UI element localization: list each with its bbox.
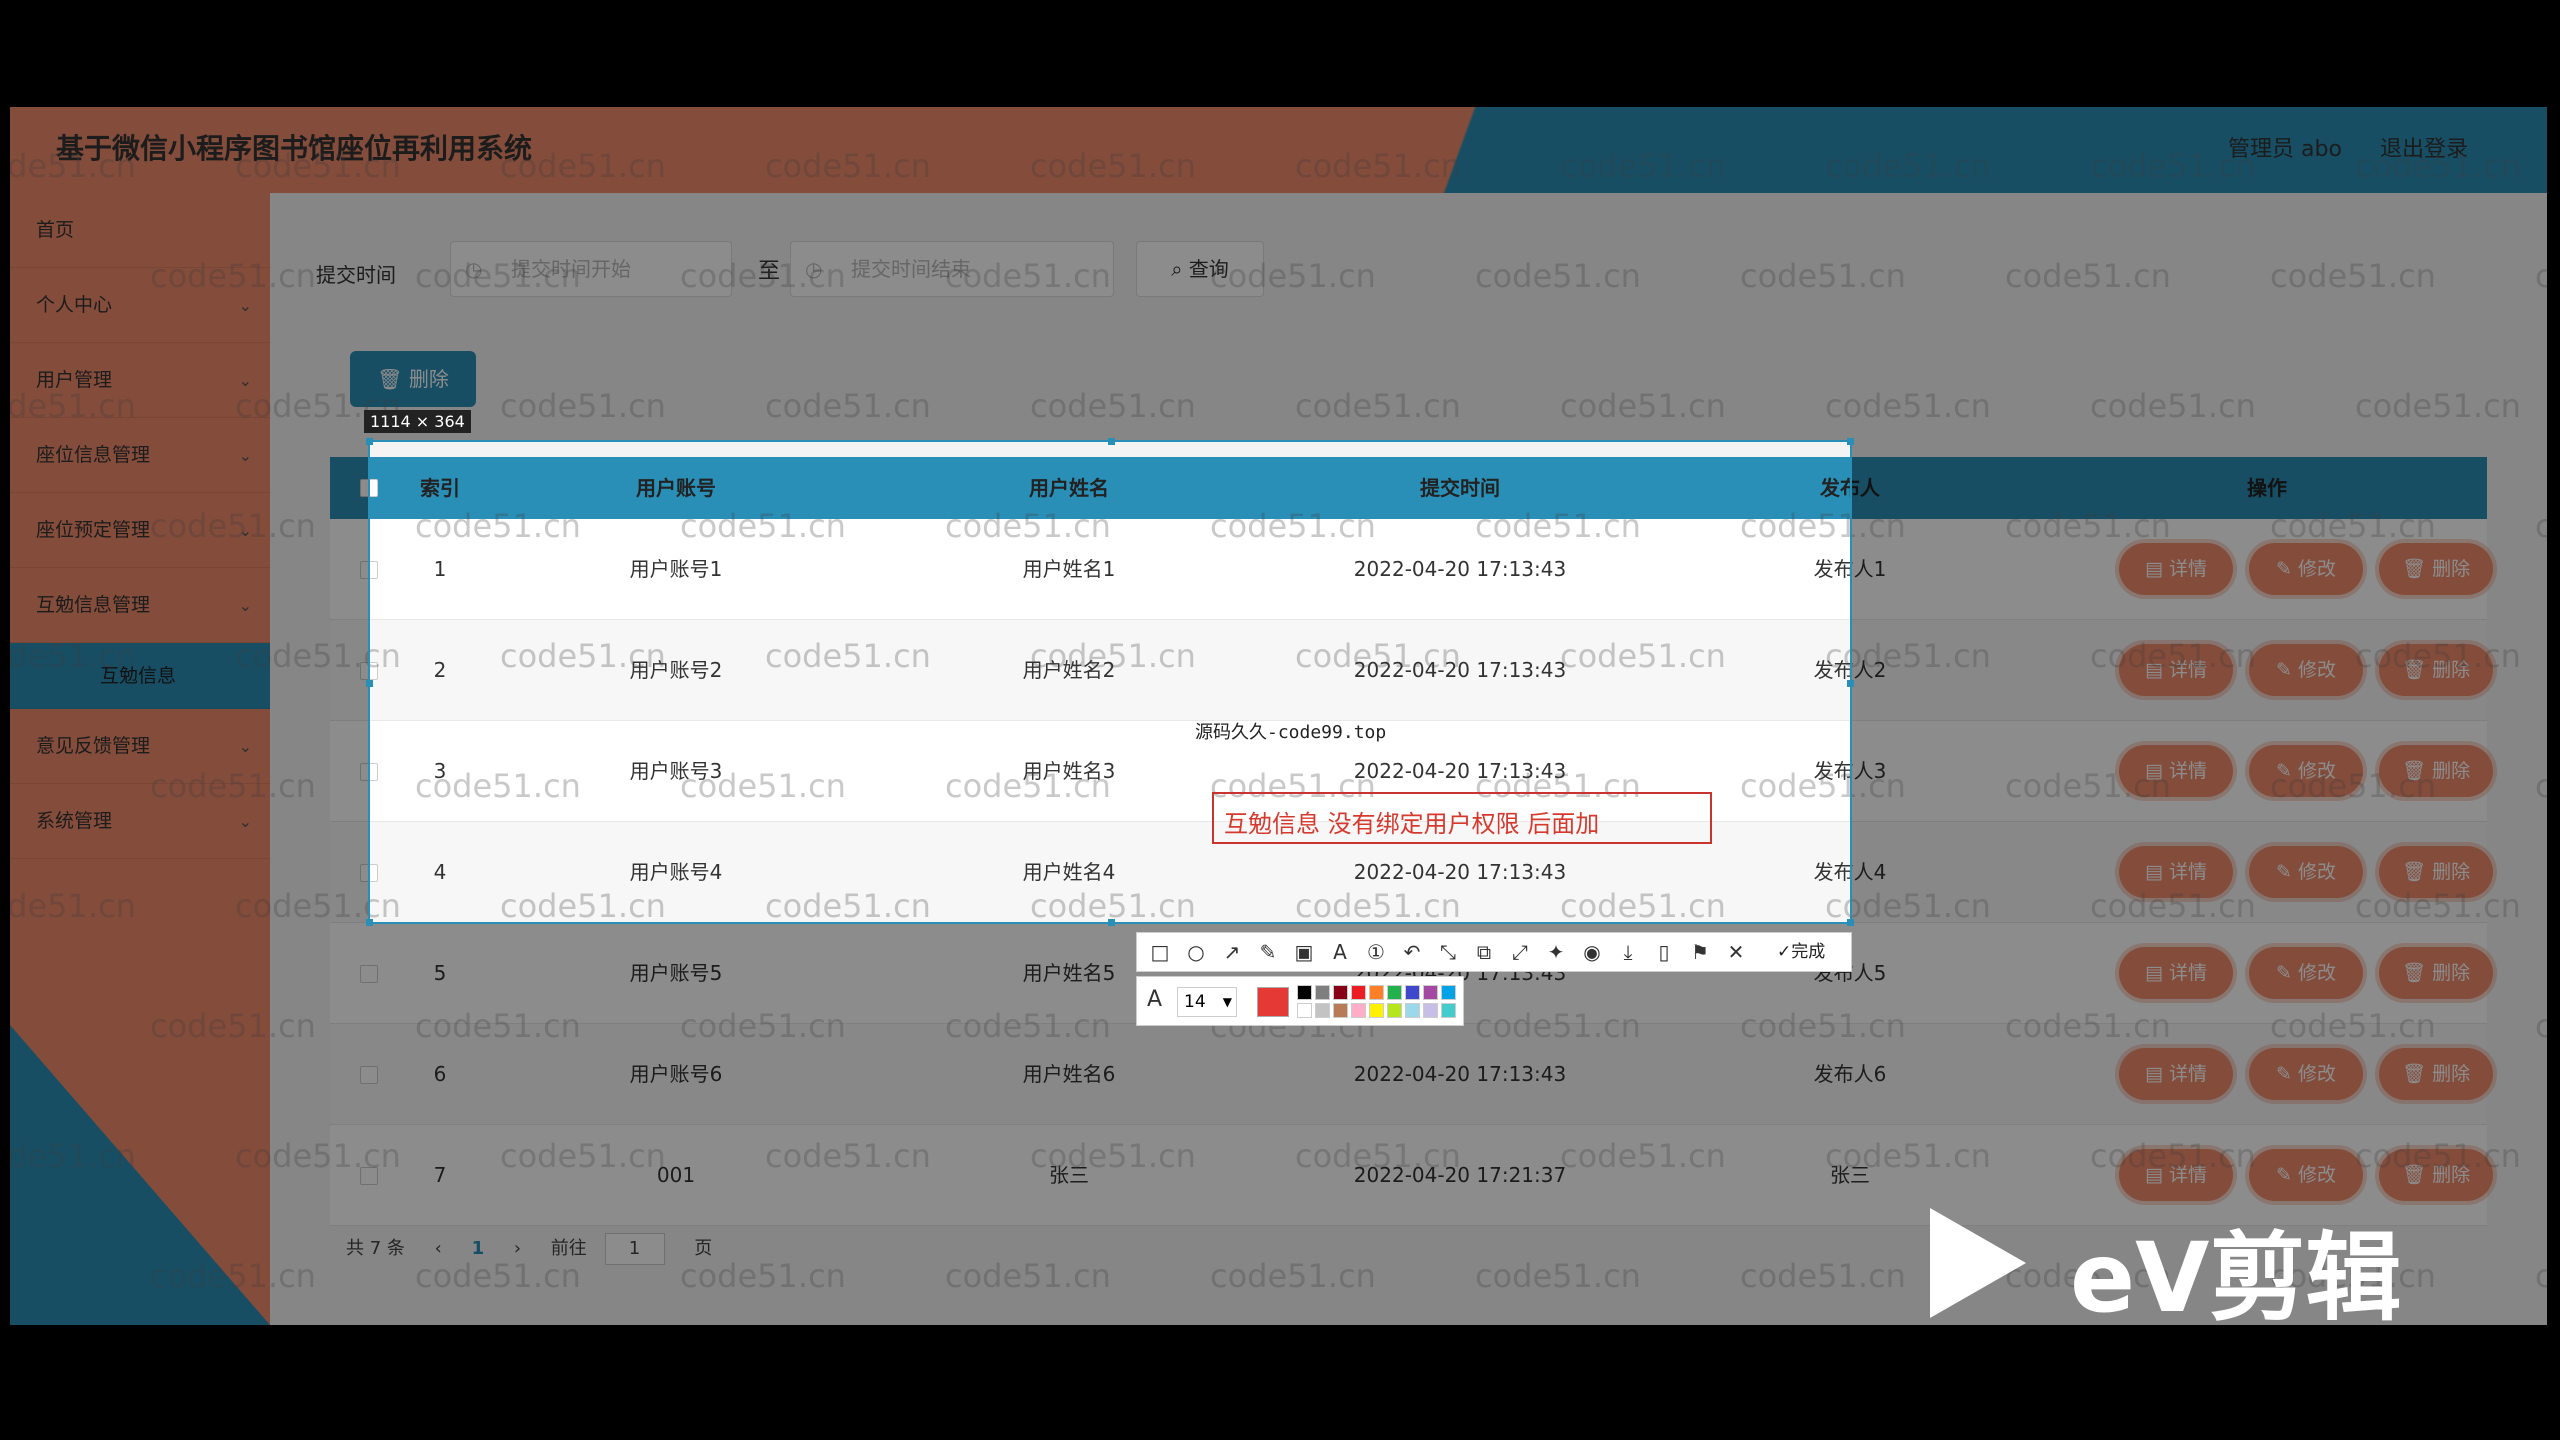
screenshot-tool-icon[interactable]: ↶ [1399, 939, 1425, 965]
color-swatch[interactable] [1333, 985, 1348, 1000]
selection-size-label: 1114 × 364 [364, 410, 471, 433]
resize-handle[interactable] [366, 680, 373, 687]
play-icon [1930, 1208, 2026, 1318]
color-swatch[interactable] [1351, 985, 1366, 1000]
screenshot-tool-icon[interactable]: ① [1363, 939, 1389, 965]
color-swatch[interactable] [1441, 985, 1456, 1000]
font-size-value: 14 [1184, 992, 1206, 1012]
font-size-select[interactable]: 14 ▼ [1177, 987, 1237, 1017]
resize-handle[interactable] [1847, 919, 1854, 926]
color-swatch[interactable] [1405, 1003, 1420, 1018]
color-swatch[interactable] [1423, 985, 1438, 1000]
text-annotation[interactable]: 互勉信息 没有绑定用户权限 后面加 [1212, 792, 1712, 844]
annotation-text: 互勉信息 没有绑定用户权限 后面加 [1224, 810, 1600, 838]
ev-logo-text: eV剪辑 [2070, 1222, 2402, 1334]
dim-overlay [1852, 440, 2547, 924]
check-icon: ✓ [1777, 942, 1792, 962]
resize-handle[interactable] [366, 919, 373, 926]
screenshot-tool-icon[interactable]: ⤢ [1507, 939, 1533, 965]
screenshot-tool-icon[interactable]: ▯ [1651, 939, 1677, 965]
resize-handle[interactable] [1108, 919, 1115, 926]
screenshot-tool-icon[interactable]: ◉ [1579, 939, 1605, 965]
color-swatch[interactable] [1297, 985, 1312, 1000]
screenshot-tool-icon[interactable]: ✕ [1723, 939, 1749, 965]
font-settings-panel: A 14 ▼ [1136, 976, 1464, 1026]
resize-handle[interactable] [1108, 438, 1115, 445]
color-swatch[interactable] [1333, 1003, 1348, 1018]
capture-selection[interactable] [366, 438, 1854, 926]
screenshot-tool-icon[interactable]: ✎ [1255, 939, 1281, 965]
color-swatch[interactable] [1315, 985, 1330, 1000]
screenshot-tool-icon[interactable]: ○ [1183, 939, 1209, 965]
screenshot-tool-icon[interactable]: ✦ [1543, 939, 1569, 965]
color-swatch[interactable] [1315, 1003, 1330, 1018]
color-swatch[interactable] [1297, 1003, 1312, 1018]
color-swatch[interactable] [1387, 1003, 1402, 1018]
source-watermark-text: 源码久久-code99.top [1195, 722, 1387, 743]
dropdown-icon: ▼ [1222, 995, 1232, 1009]
done-label: 完成 [1791, 942, 1826, 962]
color-swatch[interactable] [1351, 1003, 1366, 1018]
resize-handle[interactable] [366, 438, 373, 445]
resize-handle[interactable] [1847, 680, 1854, 687]
screenshot-tool-icon[interactable]: ⤓ [1615, 939, 1641, 965]
font-icon: A [1147, 987, 1163, 1012]
done-button[interactable]: ✓完成 [1777, 939, 1825, 965]
resize-handle[interactable] [1847, 438, 1854, 445]
color-swatch[interactable] [1369, 1003, 1384, 1018]
color-swatch[interactable] [1369, 985, 1384, 1000]
color-swatch[interactable] [1405, 985, 1420, 1000]
current-color-swatch[interactable] [1257, 987, 1289, 1017]
screenshot-tool-icon[interactable]: ⤡ [1435, 939, 1461, 965]
dim-overlay [10, 440, 368, 924]
color-swatch[interactable] [1387, 985, 1402, 1000]
ev-logo: eV剪辑 [1930, 1200, 2430, 1334]
dim-overlay [10, 107, 2547, 440]
screenshot-tool-icon[interactable]: ⚑ [1687, 939, 1713, 965]
screenshot-tool-icon[interactable]: ▣ [1291, 939, 1317, 965]
color-swatch[interactable] [1423, 1003, 1438, 1018]
screenshot-tool-icon[interactable]: ⧉ [1471, 939, 1497, 965]
color-swatch[interactable] [1441, 1003, 1456, 1018]
screenshot-tool-icon[interactable]: ↗ [1219, 939, 1245, 965]
screenshot-tool-icon[interactable]: A [1327, 939, 1353, 965]
screenshot-toolbar: □ ○ ↗ ✎ ▣ A ① ↶ ⤡ ⧉ ⤢ ✦ ◉ ⤓ ▯ ⚑ ✕ ✓完成 [1136, 932, 1852, 972]
screenshot-tool-icon[interactable]: □ [1147, 939, 1173, 965]
